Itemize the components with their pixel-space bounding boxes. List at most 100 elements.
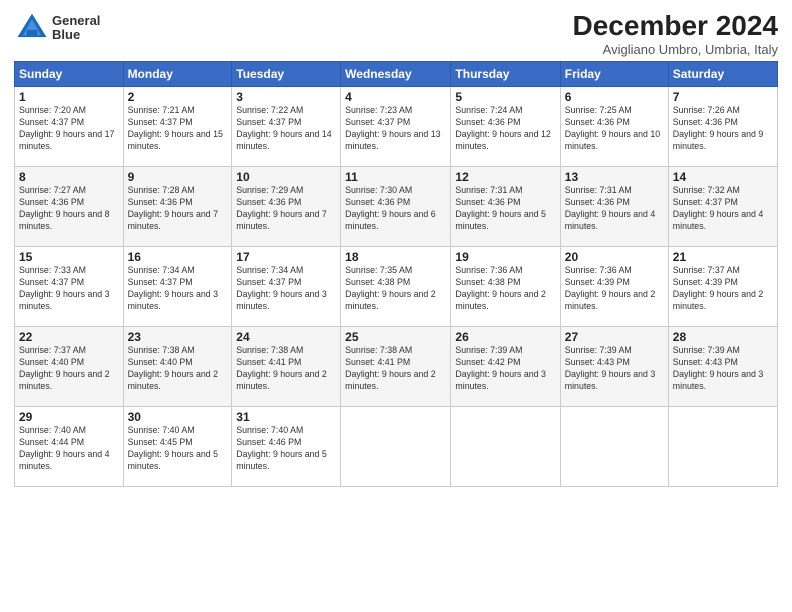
- logo-line1: General: [52, 14, 100, 28]
- day-number: 30: [128, 410, 228, 424]
- day-number: 6: [565, 90, 664, 104]
- table-row: 21 Sunrise: 7:37 AM Sunset: 4:39 PM Dayl…: [668, 247, 777, 327]
- table-row: 24 Sunrise: 7:38 AM Sunset: 4:41 PM Dayl…: [232, 327, 341, 407]
- day-number: 25: [345, 330, 446, 344]
- day-info: Sunrise: 7:37 AM Sunset: 4:39 PM Dayligh…: [673, 265, 773, 313]
- day-number: 4: [345, 90, 446, 104]
- table-row: 18 Sunrise: 7:35 AM Sunset: 4:38 PM Dayl…: [341, 247, 451, 327]
- day-info: Sunrise: 7:29 AM Sunset: 4:36 PM Dayligh…: [236, 185, 336, 233]
- table-row: 17 Sunrise: 7:34 AM Sunset: 4:37 PM Dayl…: [232, 247, 341, 327]
- day-number: 18: [345, 250, 446, 264]
- day-number: 14: [673, 170, 773, 184]
- day-info: Sunrise: 7:39 AM Sunset: 4:43 PM Dayligh…: [673, 345, 773, 393]
- day-number: 17: [236, 250, 336, 264]
- table-row: 1 Sunrise: 7:20 AM Sunset: 4:37 PM Dayli…: [15, 87, 124, 167]
- table-row: 16 Sunrise: 7:34 AM Sunset: 4:37 PM Dayl…: [123, 247, 232, 327]
- day-number: 22: [19, 330, 119, 344]
- table-row: 3 Sunrise: 7:22 AM Sunset: 4:37 PM Dayli…: [232, 87, 341, 167]
- col-thursday: Thursday: [451, 62, 560, 87]
- day-info: Sunrise: 7:31 AM Sunset: 4:36 PM Dayligh…: [455, 185, 555, 233]
- table-row: 20 Sunrise: 7:36 AM Sunset: 4:39 PM Dayl…: [560, 247, 668, 327]
- calendar-week-4: 22 Sunrise: 7:37 AM Sunset: 4:40 PM Dayl…: [15, 327, 778, 407]
- day-info: Sunrise: 7:26 AM Sunset: 4:36 PM Dayligh…: [673, 105, 773, 153]
- day-info: Sunrise: 7:33 AM Sunset: 4:37 PM Dayligh…: [19, 265, 119, 313]
- day-info: Sunrise: 7:39 AM Sunset: 4:43 PM Dayligh…: [565, 345, 664, 393]
- col-tuesday: Tuesday: [232, 62, 341, 87]
- main-title: December 2024: [573, 10, 778, 42]
- table-row: 5 Sunrise: 7:24 AM Sunset: 4:36 PM Dayli…: [451, 87, 560, 167]
- day-info: Sunrise: 7:34 AM Sunset: 4:37 PM Dayligh…: [128, 265, 228, 313]
- table-row: 4 Sunrise: 7:23 AM Sunset: 4:37 PM Dayli…: [341, 87, 451, 167]
- logo-line2: Blue: [52, 28, 100, 42]
- table-row: 22 Sunrise: 7:37 AM Sunset: 4:40 PM Dayl…: [15, 327, 124, 407]
- col-wednesday: Wednesday: [341, 62, 451, 87]
- day-info: Sunrise: 7:39 AM Sunset: 4:42 PM Dayligh…: [455, 345, 555, 393]
- day-info: Sunrise: 7:38 AM Sunset: 4:41 PM Dayligh…: [236, 345, 336, 393]
- day-number: 28: [673, 330, 773, 344]
- day-info: Sunrise: 7:21 AM Sunset: 4:37 PM Dayligh…: [128, 105, 228, 153]
- day-number: 9: [128, 170, 228, 184]
- logo: General Blue: [14, 10, 100, 46]
- table-row: 2 Sunrise: 7:21 AM Sunset: 4:37 PM Dayli…: [123, 87, 232, 167]
- table-row: 27 Sunrise: 7:39 AM Sunset: 4:43 PM Dayl…: [560, 327, 668, 407]
- day-info: Sunrise: 7:35 AM Sunset: 4:38 PM Dayligh…: [345, 265, 446, 313]
- day-number: 29: [19, 410, 119, 424]
- day-number: 24: [236, 330, 336, 344]
- table-row: 14 Sunrise: 7:32 AM Sunset: 4:37 PM Dayl…: [668, 167, 777, 247]
- day-info: Sunrise: 7:20 AM Sunset: 4:37 PM Dayligh…: [19, 105, 119, 153]
- day-number: 15: [19, 250, 119, 264]
- day-info: Sunrise: 7:32 AM Sunset: 4:37 PM Dayligh…: [673, 185, 773, 233]
- day-info: Sunrise: 7:38 AM Sunset: 4:41 PM Dayligh…: [345, 345, 446, 393]
- col-monday: Monday: [123, 62, 232, 87]
- day-number: 20: [565, 250, 664, 264]
- day-info: Sunrise: 7:27 AM Sunset: 4:36 PM Dayligh…: [19, 185, 119, 233]
- day-number: 1: [19, 90, 119, 104]
- calendar-week-1: 1 Sunrise: 7:20 AM Sunset: 4:37 PM Dayli…: [15, 87, 778, 167]
- logo-text: General Blue: [52, 14, 100, 43]
- col-saturday: Saturday: [668, 62, 777, 87]
- page: General Blue December 2024 Avigliano Umb…: [0, 0, 792, 612]
- col-sunday: Sunday: [15, 62, 124, 87]
- table-row: 6 Sunrise: 7:25 AM Sunset: 4:36 PM Dayli…: [560, 87, 668, 167]
- subtitle: Avigliano Umbro, Umbria, Italy: [573, 42, 778, 57]
- day-number: 21: [673, 250, 773, 264]
- day-info: Sunrise: 7:30 AM Sunset: 4:36 PM Dayligh…: [345, 185, 446, 233]
- col-friday: Friday: [560, 62, 668, 87]
- table-row: 19 Sunrise: 7:36 AM Sunset: 4:38 PM Dayl…: [451, 247, 560, 327]
- day-info: Sunrise: 7:36 AM Sunset: 4:38 PM Dayligh…: [455, 265, 555, 313]
- table-row: 15 Sunrise: 7:33 AM Sunset: 4:37 PM Dayl…: [15, 247, 124, 327]
- day-number: 2: [128, 90, 228, 104]
- header: General Blue December 2024 Avigliano Umb…: [14, 10, 778, 57]
- day-number: 31: [236, 410, 336, 424]
- calendar-week-5: 29 Sunrise: 7:40 AM Sunset: 4:44 PM Dayl…: [15, 407, 778, 487]
- day-info: Sunrise: 7:25 AM Sunset: 4:36 PM Dayligh…: [565, 105, 664, 153]
- day-info: Sunrise: 7:40 AM Sunset: 4:46 PM Dayligh…: [236, 425, 336, 473]
- day-number: 12: [455, 170, 555, 184]
- empty-cell: [668, 407, 777, 487]
- day-info: Sunrise: 7:28 AM Sunset: 4:36 PM Dayligh…: [128, 185, 228, 233]
- table-row: 30 Sunrise: 7:40 AM Sunset: 4:45 PM Dayl…: [123, 407, 232, 487]
- day-number: 16: [128, 250, 228, 264]
- table-row: 7 Sunrise: 7:26 AM Sunset: 4:36 PM Dayli…: [668, 87, 777, 167]
- day-number: 27: [565, 330, 664, 344]
- table-row: 12 Sunrise: 7:31 AM Sunset: 4:36 PM Dayl…: [451, 167, 560, 247]
- logo-icon: [14, 10, 50, 46]
- table-row: 10 Sunrise: 7:29 AM Sunset: 4:36 PM Dayl…: [232, 167, 341, 247]
- day-number: 26: [455, 330, 555, 344]
- empty-cell: [341, 407, 451, 487]
- day-info: Sunrise: 7:40 AM Sunset: 4:45 PM Dayligh…: [128, 425, 228, 473]
- calendar-header-row: Sunday Monday Tuesday Wednesday Thursday…: [15, 62, 778, 87]
- table-row: 28 Sunrise: 7:39 AM Sunset: 4:43 PM Dayl…: [668, 327, 777, 407]
- day-number: 13: [565, 170, 664, 184]
- day-number: 19: [455, 250, 555, 264]
- day-info: Sunrise: 7:22 AM Sunset: 4:37 PM Dayligh…: [236, 105, 336, 153]
- day-info: Sunrise: 7:24 AM Sunset: 4:36 PM Dayligh…: [455, 105, 555, 153]
- day-number: 7: [673, 90, 773, 104]
- day-number: 5: [455, 90, 555, 104]
- table-row: 8 Sunrise: 7:27 AM Sunset: 4:36 PM Dayli…: [15, 167, 124, 247]
- day-info: Sunrise: 7:36 AM Sunset: 4:39 PM Dayligh…: [565, 265, 664, 313]
- day-number: 11: [345, 170, 446, 184]
- table-row: 31 Sunrise: 7:40 AM Sunset: 4:46 PM Dayl…: [232, 407, 341, 487]
- table-row: 23 Sunrise: 7:38 AM Sunset: 4:40 PM Dayl…: [123, 327, 232, 407]
- day-info: Sunrise: 7:40 AM Sunset: 4:44 PM Dayligh…: [19, 425, 119, 473]
